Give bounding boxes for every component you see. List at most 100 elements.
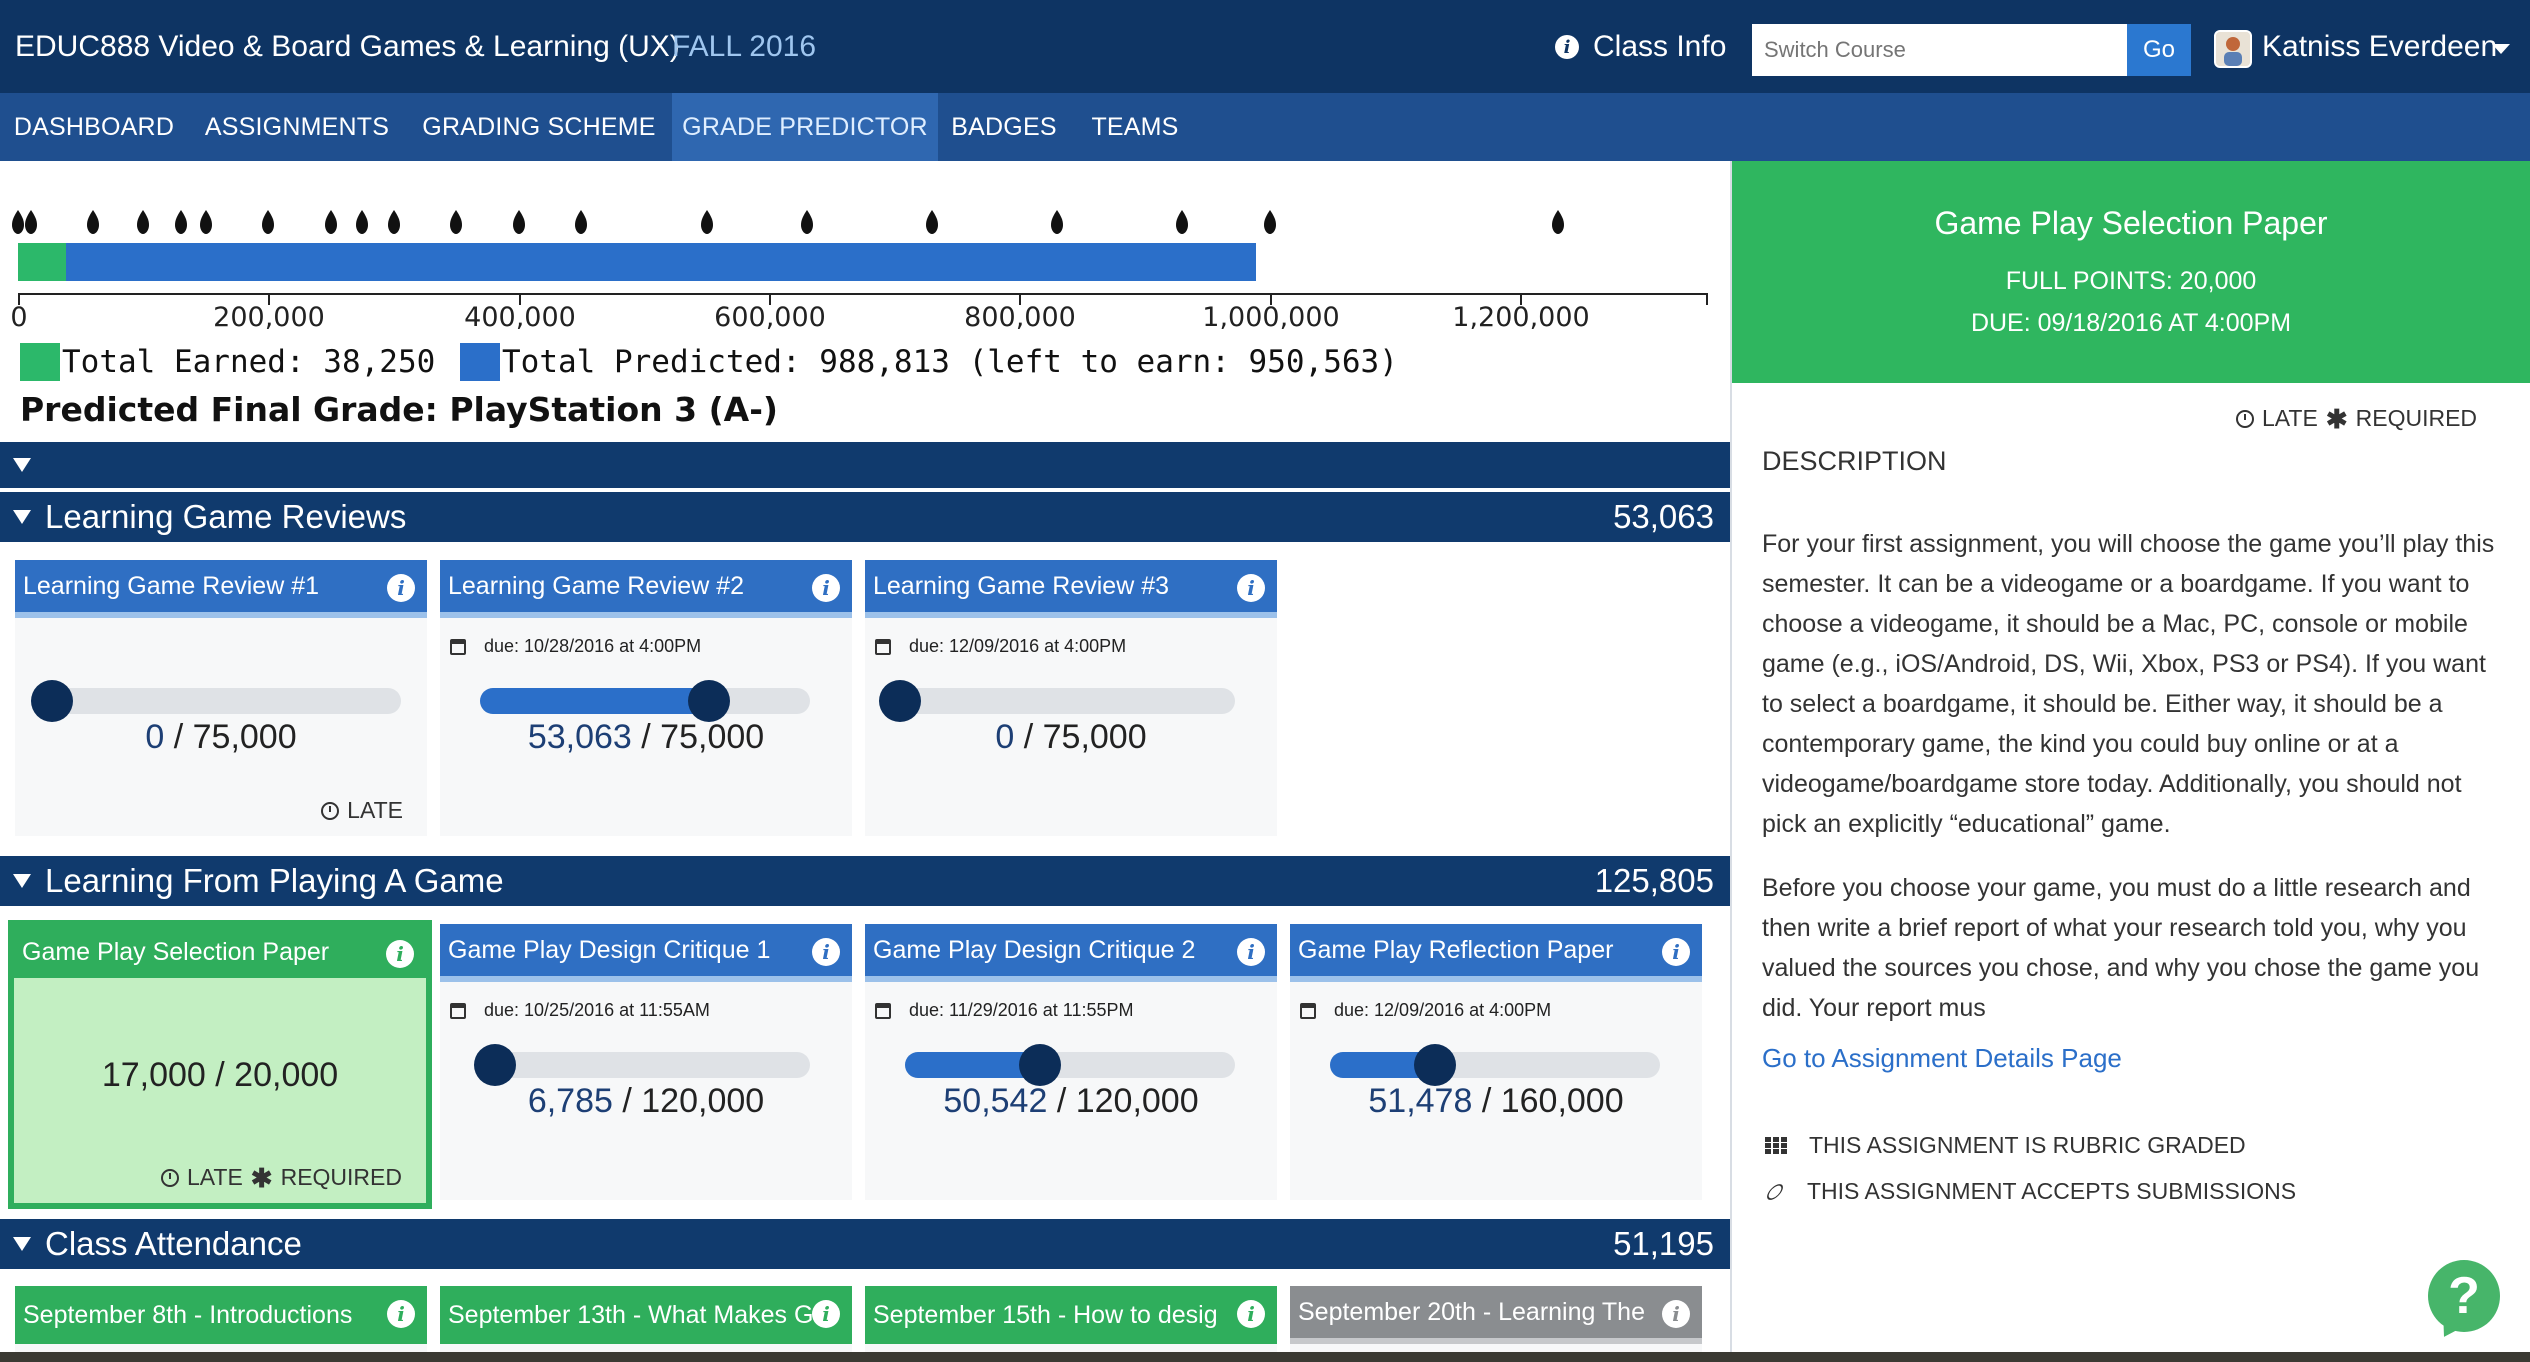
- due-date: due: 12/09/2016 at 4:00PM: [1300, 1000, 1551, 1021]
- tab-grading-scheme[interactable]: GRADING SCHEME: [406, 93, 672, 161]
- axis-tick-label: 1,200,000: [1452, 302, 1590, 333]
- due-date: due: 10/28/2016 at 4:00PM: [450, 636, 701, 657]
- card-title: September 8th - Introductions: [23, 1300, 353, 1329]
- grade-threshold-pin-icon[interactable]: [1051, 210, 1063, 234]
- card-header[interactable]: Learning Game Review #3 i: [865, 560, 1277, 618]
- assignment-card[interactable]: September 15th - How to desig i: [865, 1286, 1277, 1352]
- card-header[interactable]: Game Play Reflection Paper i: [1290, 924, 1702, 982]
- assignment-card[interactable]: September 13th - What Makes G i: [440, 1286, 852, 1352]
- card-title: Learning Game Review #2: [448, 571, 744, 600]
- score-readout: 6,785 / 120,000: [440, 1082, 852, 1121]
- grade-threshold-pin-icon[interactable]: [262, 210, 274, 234]
- info-icon[interactable]: i: [386, 940, 414, 968]
- card-header[interactable]: September 13th - What Makes G i: [440, 1286, 852, 1344]
- score-slider-handle[interactable]: [1414, 1044, 1456, 1086]
- score-earned: 0: [995, 718, 1015, 756]
- assignment-card[interactable]: Game Play Design Critique 2 i due: 11/29…: [865, 924, 1277, 1200]
- card-header[interactable]: Game Play Selection Paper i: [14, 926, 426, 978]
- assignment-card[interactable]: Game Play Reflection Paper i due: 12/09/…: [1290, 924, 1702, 1200]
- grade-threshold-pin-icon[interactable]: [926, 210, 938, 234]
- score-slider-handle[interactable]: [474, 1044, 516, 1086]
- section-header-learning-from-playing[interactable]: Learning From Playing A Game 125,805: [0, 856, 1730, 906]
- tab-dashboard[interactable]: DASHBOARD: [0, 93, 188, 161]
- card-header[interactable]: September 8th - Introductions i: [15, 1286, 427, 1344]
- section-header-class-attendance[interactable]: Class Attendance 51,195: [0, 1219, 1730, 1269]
- accepts-submissions-text: THIS ASSIGNMENT ACCEPTS SUBMISSIONS: [1807, 1178, 2297, 1204]
- score-slider-handle[interactable]: [31, 680, 73, 722]
- info-icon[interactable]: i: [1662, 1300, 1690, 1328]
- card-header[interactable]: September 15th - How to desig i: [865, 1286, 1277, 1344]
- grade-threshold-pin-icon[interactable]: [575, 210, 587, 234]
- info-icon[interactable]: i: [1237, 1300, 1265, 1328]
- due-date-text: due: 10/28/2016 at 4:00PM: [484, 636, 702, 656]
- clock-icon: [160, 1168, 179, 1187]
- score-slider-track[interactable]: [37, 688, 401, 714]
- chevron-down-icon[interactable]: [2492, 44, 2510, 54]
- assignment-card[interactable]: September 20th - Learning The i: [1290, 1286, 1702, 1352]
- info-icon[interactable]: i: [812, 938, 840, 966]
- required-label: REQUIRED: [2355, 405, 2478, 431]
- avatar[interactable]: [2214, 30, 2252, 68]
- grade-threshold-pin-icon[interactable]: [1552, 210, 1564, 234]
- assignment-details-link[interactable]: Go to Assignment Details Page: [1762, 1043, 2122, 1074]
- card-header[interactable]: Learning Game Review #2 i: [440, 560, 852, 618]
- section-header-learning-game-reviews[interactable]: Learning Game Reviews 53,063: [0, 492, 1730, 542]
- score-slider-handle[interactable]: [1019, 1044, 1061, 1086]
- card-header[interactable]: Game Play Design Critique 1 i: [440, 924, 852, 982]
- collapse-all-bar[interactable]: [0, 442, 1730, 488]
- score-slider-handle[interactable]: [688, 680, 730, 722]
- assignment-card[interactable]: Learning Game Review #3 i due: 12/09/201…: [865, 560, 1277, 836]
- assignment-card[interactable]: Learning Game Review #1 i 0 / 75,000 LAT…: [15, 560, 427, 836]
- tab-badges[interactable]: BADGES: [938, 93, 1070, 161]
- class-info-label: Class Info: [1593, 30, 1727, 63]
- course-title[interactable]: EDUC888 Video & Board Games & Learning (…: [15, 30, 680, 64]
- info-icon[interactable]: i: [812, 1300, 840, 1328]
- grade-threshold-pin-icon[interactable]: [1264, 210, 1276, 234]
- assignment-card-selected[interactable]: Game Play Selection Paper i 17,000 / 20,…: [8, 920, 432, 1209]
- info-icon[interactable]: i: [812, 574, 840, 602]
- tab-assignments[interactable]: ASSIGNMENTS: [188, 93, 406, 161]
- class-info-link[interactable]: i Class Info: [1555, 30, 1726, 64]
- score-slider-track[interactable]: [885, 688, 1235, 714]
- tab-grade-predictor[interactable]: GRADE PREDICTOR: [672, 93, 938, 161]
- grade-threshold-pin-icon[interactable]: [356, 210, 368, 234]
- grade-threshold-pin-icon[interactable]: [200, 210, 212, 234]
- switch-course-input[interactable]: [1752, 24, 2127, 76]
- grade-threshold-pin-icon[interactable]: [25, 210, 37, 234]
- user-menu-name[interactable]: Katniss Everdeen: [2262, 30, 2497, 64]
- grade-threshold-pin-icon[interactable]: [701, 210, 713, 234]
- due-date-text: due: 10/25/2016 at 11:55AM: [484, 1000, 710, 1020]
- calendar-icon: [450, 1002, 466, 1019]
- grade-threshold-pin-icon[interactable]: [325, 210, 337, 234]
- grade-threshold-pin-icon[interactable]: [388, 210, 400, 234]
- info-icon[interactable]: i: [387, 574, 415, 602]
- section-total: 51,195: [1613, 1225, 1714, 1262]
- score-slider-track[interactable]: [480, 1052, 810, 1078]
- score-earned: 50,542: [943, 1082, 1048, 1120]
- legend-earned-swatch: [20, 343, 60, 381]
- collapse-all-icon[interactable]: [13, 458, 31, 472]
- calendar-icon: [875, 638, 891, 655]
- grade-threshold-pin-icon[interactable]: [801, 210, 813, 234]
- tab-teams[interactable]: TEAMS: [1070, 93, 1200, 161]
- grade-threshold-pin-icon[interactable]: [1176, 210, 1188, 234]
- info-icon[interactable]: i: [1237, 938, 1265, 966]
- assignment-card[interactable]: September 8th - Introductions i: [15, 1286, 427, 1352]
- grade-threshold-pin-icon[interactable]: [450, 210, 462, 234]
- info-icon[interactable]: i: [387, 1300, 415, 1328]
- assignment-card[interactable]: Game Play Design Critique 1 i due: 10/25…: [440, 924, 852, 1200]
- info-icon[interactable]: i: [1662, 938, 1690, 966]
- card-header[interactable]: September 20th - Learning The i: [1290, 1286, 1702, 1344]
- grade-threshold-pin-icon[interactable]: [175, 210, 187, 234]
- card-header[interactable]: Game Play Design Critique 2 i: [865, 924, 1277, 982]
- go-button[interactable]: Go: [2127, 24, 2191, 76]
- card-header[interactable]: Learning Game Review #1 i: [15, 560, 427, 618]
- info-icon[interactable]: i: [1237, 574, 1265, 602]
- help-button[interactable]: ?: [2428, 1260, 2500, 1332]
- grade-threshold-pin-icon[interactable]: [513, 210, 525, 234]
- grade-threshold-pin-icon[interactable]: [137, 210, 149, 234]
- grade-threshold-pin-icon[interactable]: [12, 210, 24, 234]
- grade-threshold-pin-icon[interactable]: [87, 210, 99, 234]
- assignment-card[interactable]: Learning Game Review #2 i due: 10/28/201…: [440, 560, 852, 836]
- score-slider-handle[interactable]: [879, 680, 921, 722]
